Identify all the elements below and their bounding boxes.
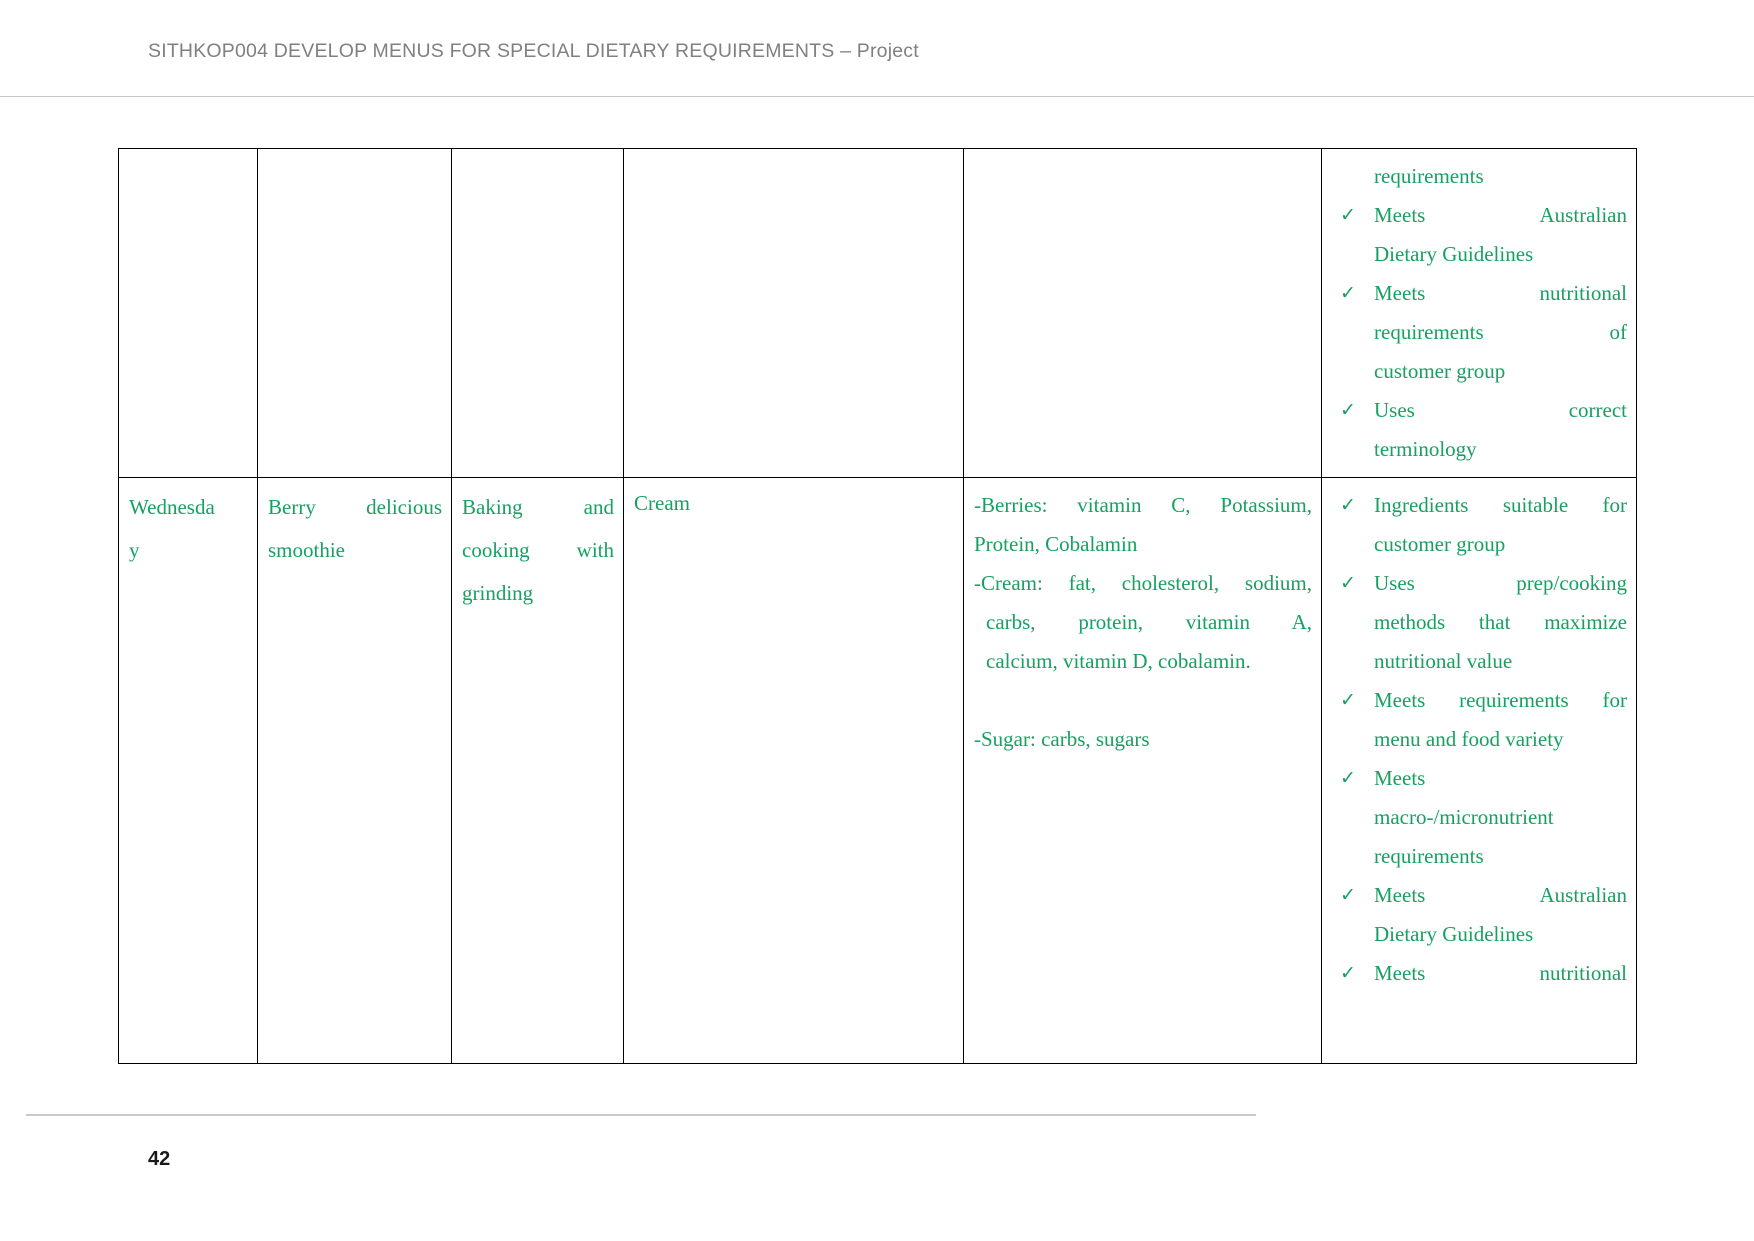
list-item-line: customer group <box>1374 532 1506 556</box>
page-number: 42 <box>148 1148 171 1170</box>
table-clip-region: requirements ✓ Meets Australian Dietary … <box>0 0 1754 1105</box>
list-item-line: Uses prep/cooking <box>1374 571 1627 595</box>
check-icon: ✓ <box>1340 690 1356 711</box>
list-item: ✓ Ingredients suitable for <box>1332 486 1627 525</box>
menu-planning-table: requirements ✓ Meets Australian Dietary … <box>118 148 1637 1064</box>
list-item-wrap: requirements of <box>1332 313 1627 352</box>
list-item-line: macro-/micronutrient <box>1374 805 1554 829</box>
list-item: ✓ Meets Australian <box>1332 196 1627 235</box>
check-icon: ✓ <box>1340 495 1356 516</box>
nutrition-line: carbs, protein, vitamin A, <box>986 610 1312 634</box>
list-item-line: Meets nutritional <box>1374 281 1627 305</box>
list-item-line: Meets requirements for <box>1374 688 1627 712</box>
day-line: Wednesda <box>129 495 215 519</box>
table-row: Wednesda y Berry delicious smoothie Baki… <box>118 477 1637 1064</box>
day-line: y <box>129 538 140 562</box>
criteria-checklist: ✓ Ingredients suitable for customer grou… <box>1332 486 1627 993</box>
cell-nutrition <box>963 148 1322 478</box>
list-item: ✓ Meets <box>1332 759 1627 798</box>
cell-method: Baking and cooking with grinding <box>451 477 624 1064</box>
footer-divider <box>26 1114 1256 1116</box>
list-item-line: methods that maximize <box>1374 610 1627 634</box>
cell-criteria: ✓ Ingredients suitable for customer grou… <box>1321 477 1637 1064</box>
cell-dish <box>257 148 452 478</box>
cell-ingredient: Cream <box>623 477 964 1064</box>
list-item-line: Meets Australian <box>1374 883 1627 907</box>
list-item-line: customer group <box>1374 359 1506 383</box>
nutrition-line: calcium, vitamin D, cobalamin. <box>986 649 1251 673</box>
list-item-line: requirements of <box>1374 320 1627 344</box>
cell-method <box>451 148 624 478</box>
check-icon: ✓ <box>1340 768 1356 789</box>
list-item-line: Dietary Guidelines <box>1374 242 1534 266</box>
list-item: ✓ Meets requirements for <box>1332 681 1627 720</box>
list-item: ✓ Meets Australian <box>1332 876 1627 915</box>
list-item-line: nutritional value <box>1374 649 1513 673</box>
list-item-wrap: customer group <box>1332 352 1627 391</box>
nutrition-line: Protein, Cobalamin <box>974 532 1138 556</box>
list-item-line: menu and food variety <box>1374 727 1564 751</box>
cell-nutrition: -Berries: vitamin C, Potassium, Protein,… <box>963 477 1322 1064</box>
cell-day <box>118 148 258 478</box>
ingredient-text: Cream <box>634 491 690 515</box>
nutrition-line: -Cream: fat, cholesterol, sodium, <box>974 571 1312 595</box>
list-item: ✓ Uses correct <box>1332 391 1627 430</box>
nutrition-line: -Sugar: carbs, sugars <box>974 727 1150 751</box>
method-line: grinding <box>462 581 534 605</box>
list-item-wrap: customer group <box>1332 525 1627 564</box>
list-item-line: Meets Australian <box>1374 203 1627 227</box>
list-item-line: Uses correct <box>1374 398 1627 422</box>
criteria-continued-text: requirements <box>1374 164 1484 188</box>
cell-dish: Berry delicious smoothie <box>257 477 452 1064</box>
cell-ingredient <box>623 148 964 478</box>
method-line: Baking and <box>462 495 614 519</box>
list-item-line: Meets nutritional <box>1374 961 1627 985</box>
check-icon: ✓ <box>1340 573 1356 594</box>
list-item-line: terminology <box>1374 437 1477 461</box>
list-item-wrap: methods that maximize <box>1332 603 1627 642</box>
check-icon: ✓ <box>1340 885 1356 906</box>
cell-day: Wednesda y <box>118 477 258 1064</box>
cell-criteria: requirements ✓ Meets Australian Dietary … <box>1321 148 1637 478</box>
check-icon: ✓ <box>1340 400 1356 421</box>
nutrition-spacer <box>974 681 1312 720</box>
check-icon: ✓ <box>1340 205 1356 226</box>
list-item-wrap: Dietary Guidelines <box>1332 915 1627 954</box>
list-item: ✓ Uses prep/cooking <box>1332 564 1627 603</box>
check-icon: ✓ <box>1340 283 1356 304</box>
list-item-wrap: nutritional value <box>1332 642 1627 681</box>
dish-line: smoothie <box>268 538 345 562</box>
list-item-line: Ingredients suitable for <box>1374 493 1627 517</box>
list-item-line: requirements <box>1374 844 1484 868</box>
list-item-wrap: requirements <box>1332 837 1627 876</box>
list-item-line: Dietary Guidelines <box>1374 922 1534 946</box>
list-item-wrap: Dietary Guidelines <box>1332 235 1627 274</box>
table-row: requirements ✓ Meets Australian Dietary … <box>118 148 1637 478</box>
list-item: ✓ Meets nutritional <box>1332 274 1627 313</box>
check-icon: ✓ <box>1340 963 1356 984</box>
method-line: cooking with <box>462 538 614 562</box>
list-item-wrap: menu and food variety <box>1332 720 1627 759</box>
list-item-wrap: terminology <box>1332 430 1627 469</box>
nutrition-line: -Berries: vitamin C, Potassium, <box>974 493 1312 517</box>
criteria-checklist: ✓ Meets Australian Dietary Guidelines ✓ … <box>1332 196 1627 469</box>
dish-line: Berry delicious <box>268 495 442 519</box>
list-item-line: Meets <box>1374 766 1426 790</box>
list-item-wrap: macro-/micronutrient <box>1332 798 1627 837</box>
list-item: ✓ Meets nutritional <box>1332 954 1627 993</box>
